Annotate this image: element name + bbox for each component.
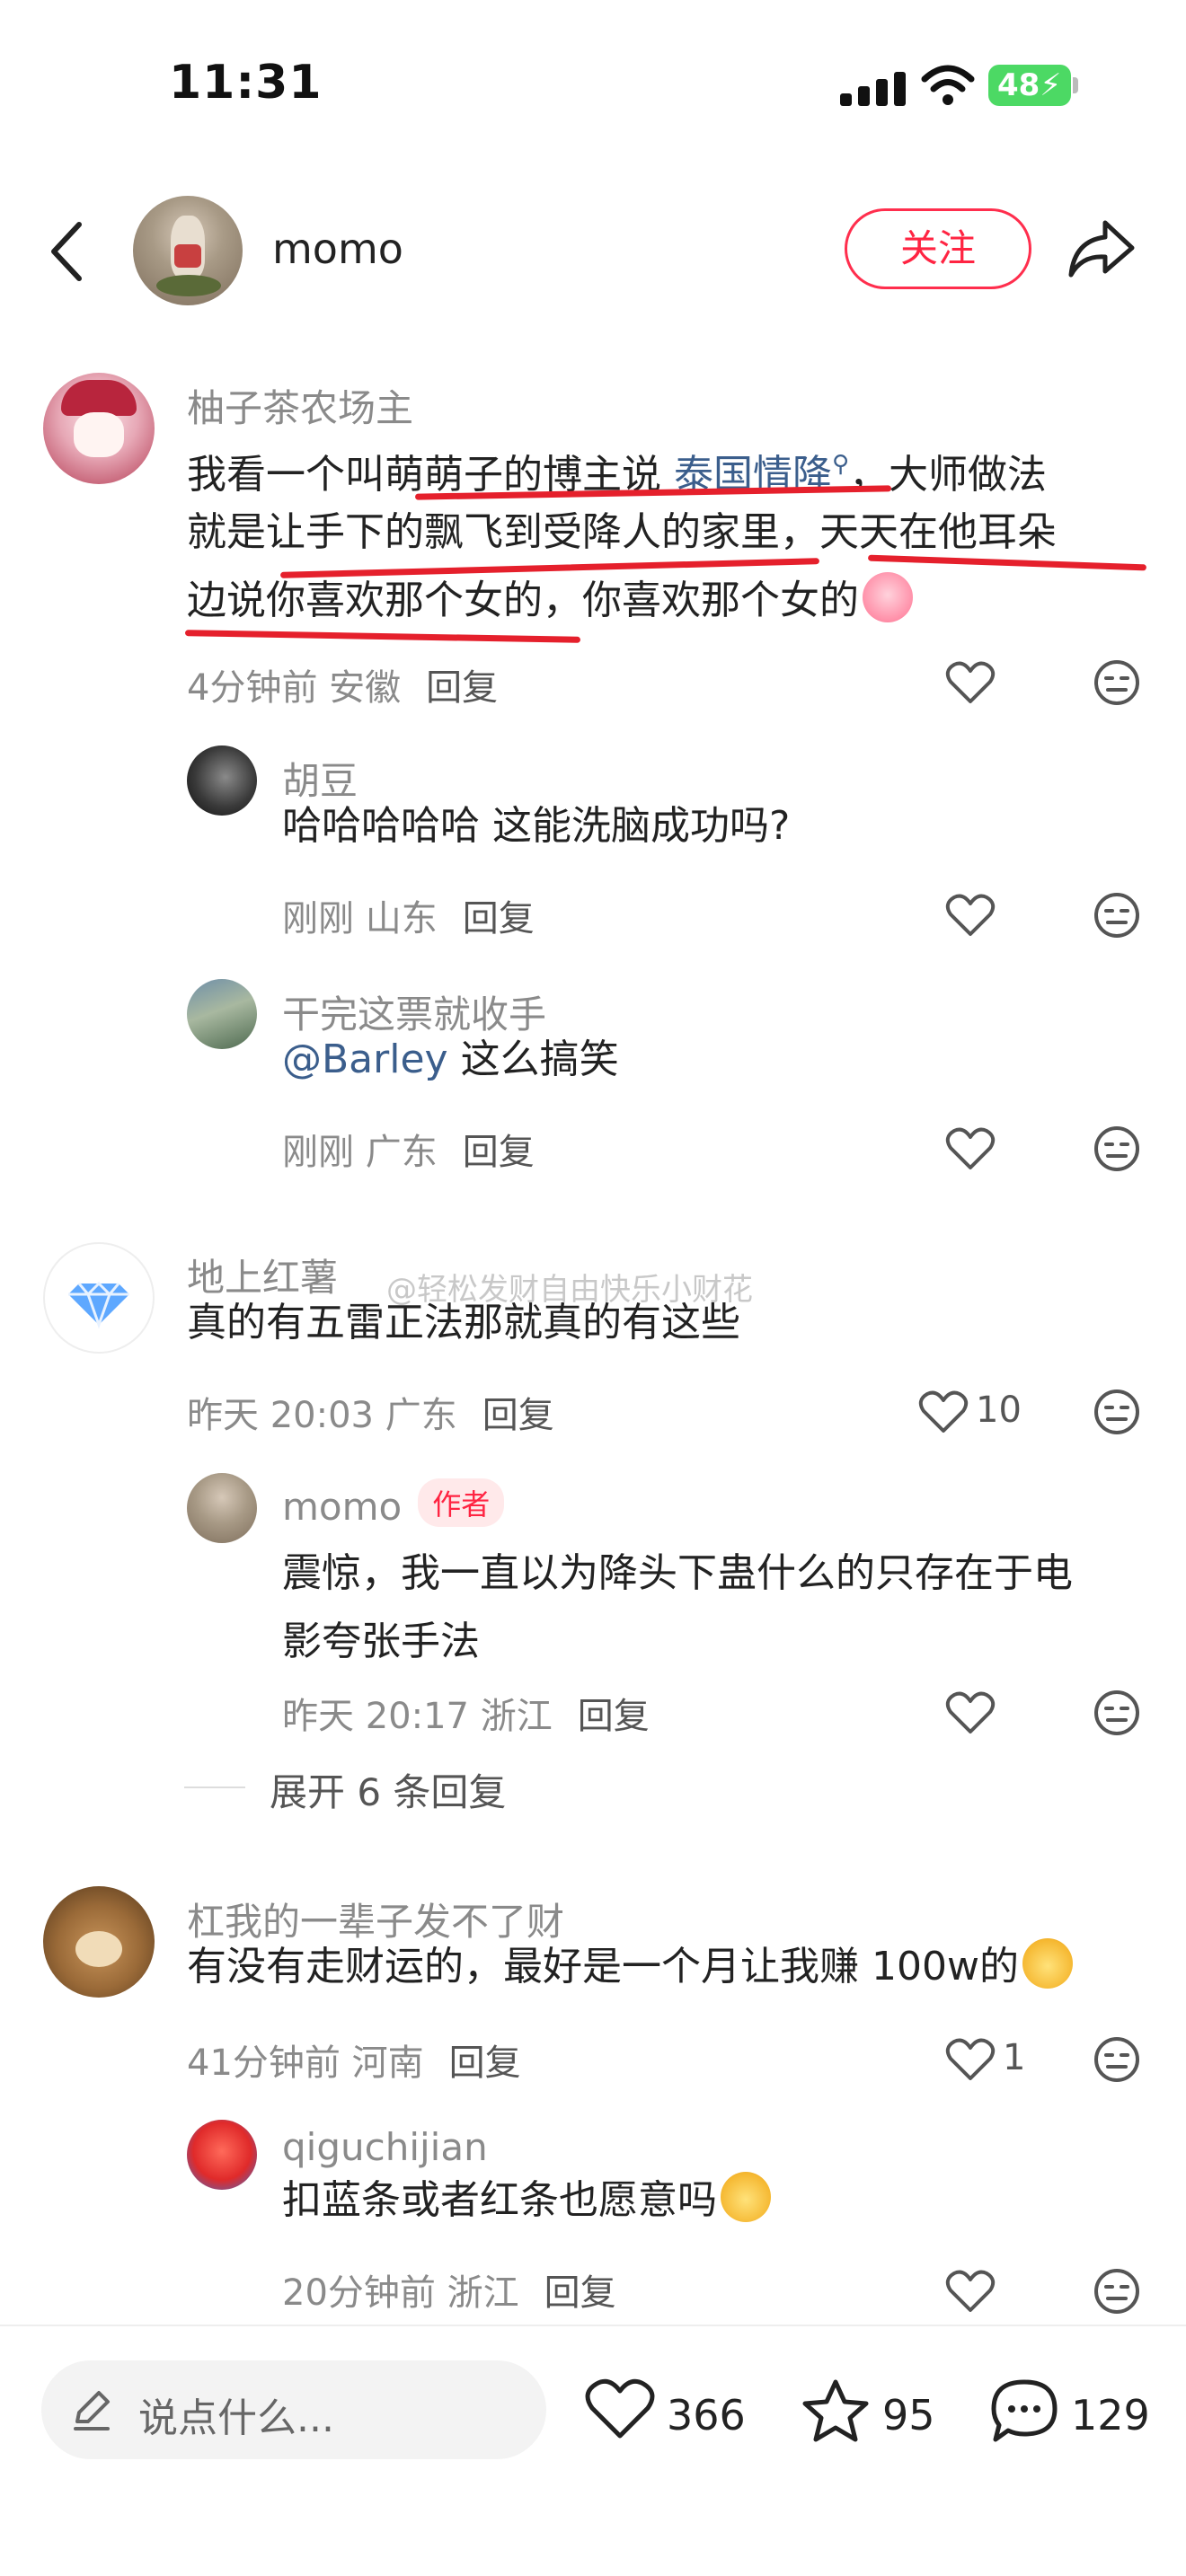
back-arrow-icon[interactable] <box>43 217 97 286</box>
share-icon[interactable] <box>1066 216 1137 280</box>
expand-divider <box>184 1786 245 1788</box>
lucky-emoji-icon <box>721 2172 771 2222</box>
diamond-icon <box>68 1281 129 1329</box>
like-count: 10 <box>976 1389 1022 1431</box>
meh-face-icon[interactable] <box>1093 658 1141 707</box>
comment-meta: 20分钟前 浙江 回复 <box>282 2272 616 2314</box>
battery-tip <box>1073 77 1078 93</box>
user-avatar[interactable] <box>187 2120 257 2190</box>
post-header: momo 关注 <box>0 180 1186 323</box>
author-tag: 作者 <box>418 1478 505 1527</box>
heart-icon[interactable] <box>945 893 996 938</box>
star-count: 95 <box>882 2391 935 2439</box>
comment-meta: 4分钟前 安徽 回复 <box>187 667 499 709</box>
reply-button[interactable]: 回复 <box>482 1395 554 1436</box>
watermark: @轻松发财自由快乐小财花 <box>386 1272 753 1308</box>
reply-button[interactable]: 回复 <box>426 667 498 709</box>
meh-face-icon[interactable] <box>1093 2035 1141 2084</box>
meh-face-icon[interactable] <box>1093 2267 1141 2316</box>
comment-nickname[interactable]: momo 作者 <box>282 1478 505 1529</box>
comment-nickname[interactable]: qiguchijian <box>282 2125 488 2169</box>
comment-meta: 刚刚 广东 回复 <box>282 1132 535 1173</box>
comment-text: 有没有走财运的，最好是一个月让我赚 100w的 <box>187 1933 1073 2001</box>
comment-meta: 昨天 20:03 广东 回复 <box>187 1395 554 1436</box>
comment-text: 我看一个叫萌萌子的博主说 泰国情降⚲，大师做法 <box>187 451 1048 498</box>
collect-stat[interactable]: 95 <box>800 2377 943 2448</box>
search-icon[interactable]: ⚲ <box>832 451 849 478</box>
mention-link[interactable]: @Barley <box>282 1037 448 1082</box>
heart-icon <box>585 2378 655 2439</box>
comment-nickname[interactable]: 柚子茶农场主 <box>187 378 413 433</box>
reply-button[interactable]: 回复 <box>449 2042 521 2084</box>
heart-icon[interactable] <box>945 2269 996 2314</box>
author-name[interactable]: momo <box>272 225 403 273</box>
heart-icon[interactable] <box>945 660 996 705</box>
follow-button[interactable]: 关注 <box>845 208 1031 289</box>
user-avatar[interactable] <box>43 373 155 484</box>
comment-meta: 刚刚 山东 回复 <box>282 898 535 940</box>
author-avatar[interactable] <box>133 196 243 305</box>
heart-icon[interactable] <box>945 2037 996 2082</box>
like-count: 1 <box>1003 2037 1026 2078</box>
meh-face-icon[interactable] <box>1093 1125 1141 1173</box>
bottom-bar: 说点什么... 366 95 129 <box>0 2325 1186 2576</box>
reply-button[interactable]: 回复 <box>463 1132 535 1173</box>
user-avatar[interactable] <box>187 1473 257 1543</box>
comment-meta: 41分钟前 河南 回复 <box>187 2042 521 2084</box>
heart-icon[interactable] <box>945 1690 996 1735</box>
user-avatar[interactable] <box>43 1886 155 1998</box>
comment-count: 129 <box>1071 2391 1150 2439</box>
crying-laugh-emoji-icon <box>863 572 913 622</box>
comment-text-line: 震惊，我一直以为降头下蛊什么的只存在于电 <box>282 1550 1073 1596</box>
comment-bubble-icon <box>991 2379 1058 2442</box>
battery-indicator: 48⚡ <box>988 65 1071 106</box>
comment-text: 哈哈哈哈哈 这能洗脑成功吗? <box>282 803 791 849</box>
pencil-icon <box>74 2391 110 2430</box>
input-placeholder: 说点什么... <box>138 2395 334 2441</box>
heart-icon[interactable] <box>945 1126 996 1171</box>
like-count: 366 <box>667 2391 746 2439</box>
user-avatar[interactable] <box>187 745 257 816</box>
meh-face-icon[interactable] <box>1093 891 1141 940</box>
like-stat[interactable]: 366 <box>584 2377 755 2448</box>
user-avatar[interactable] <box>43 1242 155 1354</box>
cellular-signal-icon <box>840 72 910 106</box>
heart-icon[interactable] <box>918 1389 969 1434</box>
wifi-icon <box>921 65 975 105</box>
star-icon <box>802 2379 869 2442</box>
status-bar: 11:31 48⚡ <box>0 0 1186 171</box>
lucky-emoji-icon <box>1022 1938 1073 1989</box>
comment-text: @Barley 这么搞笑 <box>282 1037 619 1082</box>
meh-face-icon[interactable] <box>1093 1388 1141 1436</box>
user-avatar[interactable] <box>187 979 257 1049</box>
comment-stat[interactable]: 129 <box>988 2377 1168 2448</box>
comment-text-line: 影夸张手法 <box>282 1619 480 1664</box>
reply-button[interactable]: 回复 <box>544 2272 616 2314</box>
reply-button[interactable]: 回复 <box>463 898 535 940</box>
comment-text: 扣蓝条或者红条也愿意吗 <box>282 2166 771 2235</box>
status-time: 11:31 <box>169 56 323 110</box>
reply-button[interactable]: 回复 <box>578 1696 650 1737</box>
expand-replies-button[interactable]: 展开 6 条回复 <box>270 1762 506 1817</box>
comment-meta: 昨天 20:17 浙江 回复 <box>282 1696 650 1737</box>
meh-face-icon[interactable] <box>1093 1689 1141 1737</box>
comment-input[interactable]: 说点什么... <box>41 2360 546 2459</box>
